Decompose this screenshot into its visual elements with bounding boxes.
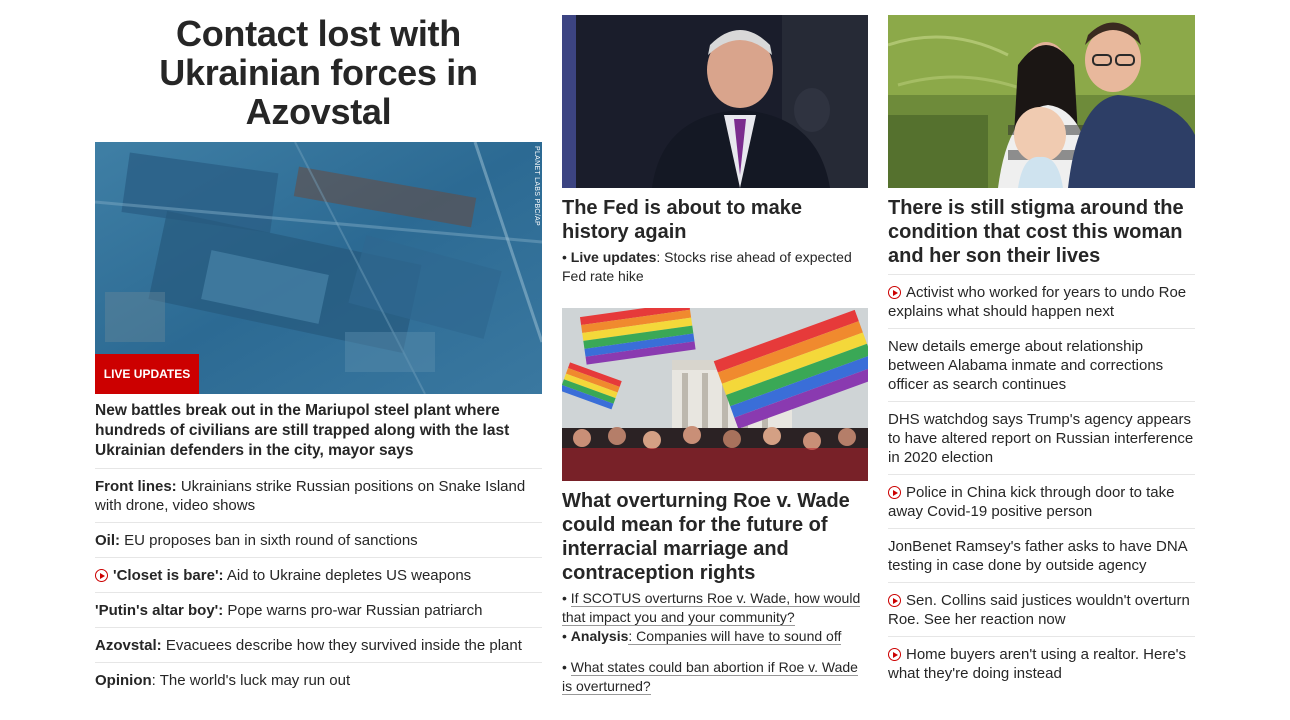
- item-text: Police in China kick through door to tak…: [888, 484, 1175, 520]
- sub-text: : Companies will have to sound off: [628, 628, 842, 645]
- list-item[interactable]: Activist who worked for years to undo Ro…: [888, 274, 1195, 328]
- list-item[interactable]: Azovstal: Evacuees describe how they sur…: [95, 627, 542, 662]
- item-text: DHS watchdog says Trump's agency appears…: [888, 411, 1194, 466]
- item-label: Azovstal:: [95, 637, 162, 654]
- list-item[interactable]: DHS watchdog says Trump's agency appears…: [888, 401, 1195, 474]
- fed-chair-photo[interactable]: [562, 15, 868, 188]
- roe-analysis-link[interactable]: • Analysis: Companies will have to sound…: [562, 627, 868, 646]
- video-play-icon: [95, 569, 108, 582]
- item-text: JonBenet Ramsey's father asks to have DN…: [888, 538, 1187, 574]
- video-play-icon: [888, 486, 901, 499]
- item-text: Home buyers aren't using a realtor. Here…: [888, 646, 1187, 682]
- list-item[interactable]: 'Putin's altar boy': Pope warns pro-war …: [95, 592, 542, 627]
- lead-headline[interactable]: Contact lost with Ukrainian forces in Az…: [95, 14, 542, 131]
- item-label: Oil:: [95, 532, 120, 549]
- sub-label: Analysis: [570, 628, 629, 644]
- list-item[interactable]: Police in China kick through door to tak…: [888, 474, 1195, 528]
- lead-story-link[interactable]: New battles break out in the Mariupol st…: [95, 401, 542, 461]
- item-label: Front lines:: [95, 478, 177, 495]
- fed-headline[interactable]: The Fed is about to make history again: [562, 196, 868, 244]
- list-item[interactable]: 'Closet is bare': Aid to Ukraine deplete…: [95, 557, 542, 592]
- item-text: EU proposes ban in sixth round of sancti…: [120, 532, 418, 549]
- lead-related-list: Front lines: Ukrainians strike Russian p…: [95, 468, 542, 697]
- fed-live-updates-link[interactable]: • Live updates: Stocks rise ahead of exp…: [562, 248, 868, 286]
- item-text: Sen. Collins said justices wouldn't over…: [888, 592, 1190, 628]
- live-updates-badge[interactable]: LIVE UPDATES: [95, 354, 199, 394]
- item-label: 'Closet is bare':: [113, 567, 224, 584]
- item-label: 'Putin's altar boy':: [95, 602, 224, 619]
- item-text: Activist who worked for years to undo Ro…: [888, 284, 1187, 320]
- item-text: Evacuees describe how they survived insi…: [161, 637, 522, 654]
- roe-related-link-1[interactable]: • If SCOTUS overturns Roe v. Wade, how w…: [562, 589, 868, 627]
- list-item[interactable]: New details emerge about relationship be…: [888, 328, 1195, 401]
- sub-label: Live updates: [570, 249, 657, 265]
- pride-flags-photo[interactable]: [562, 308, 868, 481]
- list-item[interactable]: Oil: EU proposes ban in sixth round of s…: [95, 522, 542, 557]
- video-play-icon: [888, 648, 901, 661]
- item-text: : The world's luck may run out: [151, 672, 351, 689]
- roe-headline[interactable]: What overturning Roe v. Wade could mean …: [562, 489, 868, 585]
- sub-text: What states could ban abortion if Roe v.…: [562, 659, 858, 695]
- list-item[interactable]: Front lines: Ukrainians strike Russian p…: [95, 468, 542, 522]
- video-play-icon: [888, 286, 901, 299]
- video-play-icon: [888, 594, 901, 607]
- sub-text: If SCOTUS overturns Roe v. Wade, how wou…: [562, 590, 861, 626]
- item-text: Aid to Ukraine depletes US weapons: [223, 567, 472, 584]
- roe-related-link-3[interactable]: • What states could ban abortion if Roe …: [562, 658, 868, 696]
- item-text: New details emerge about relationship be…: [888, 338, 1164, 393]
- list-item[interactable]: Sen. Collins said justices wouldn't over…: [888, 582, 1195, 636]
- family-photo[interactable]: [888, 15, 1195, 188]
- image-credit: PLANET LABS PBC/AP: [533, 146, 540, 226]
- azovstal-satellite-image[interactable]: PLANET LABS PBC/AP LIVE UPDATES: [95, 142, 542, 394]
- item-text: Pope warns pro-war Russian patriarch: [223, 602, 483, 619]
- list-item[interactable]: Opinion: The world's luck may run out: [95, 662, 542, 697]
- list-item[interactable]: JonBenet Ramsey's father asks to have DN…: [888, 528, 1195, 582]
- item-label: Opinion: [95, 672, 152, 689]
- list-item[interactable]: Home buyers aren't using a realtor. Here…: [888, 636, 1195, 690]
- right-headline-list: Activist who worked for years to undo Ro…: [888, 274, 1195, 690]
- stigma-headline[interactable]: There is still stigma around the conditi…: [888, 196, 1195, 268]
